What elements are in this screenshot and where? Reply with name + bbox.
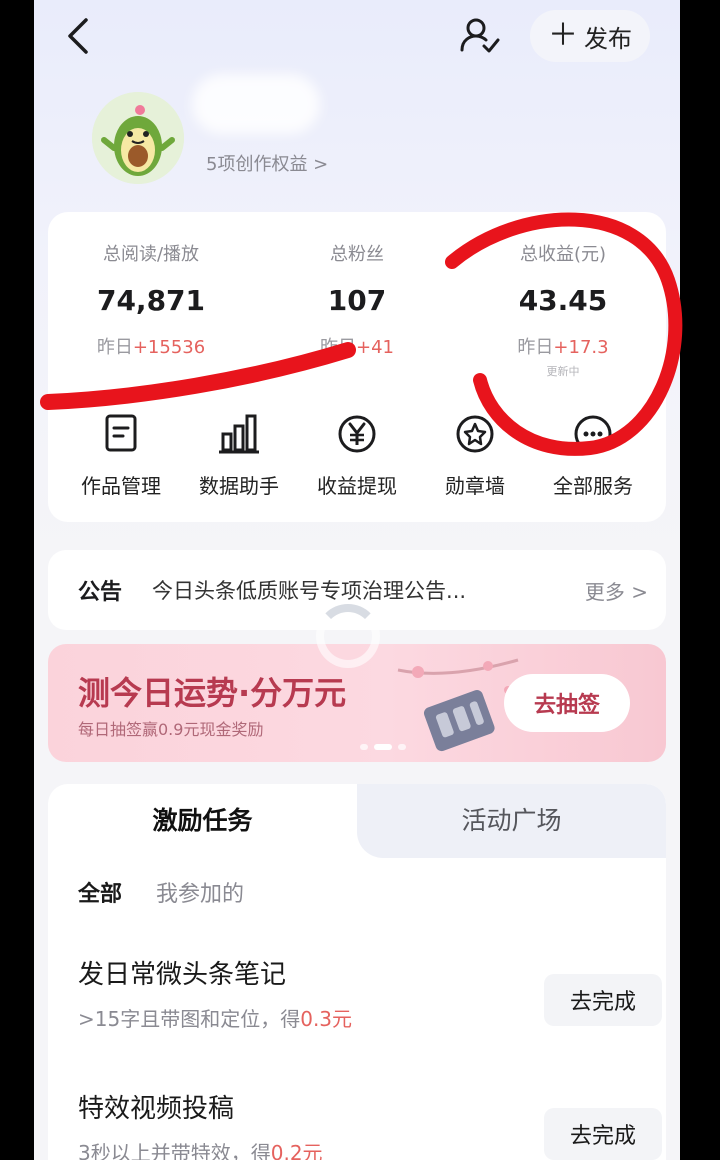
notice-more-link[interactable]: 更多 > (585, 576, 648, 605)
document-icon (105, 414, 137, 452)
stat-label: 总粉丝 (330, 244, 384, 265)
services-row: 作品管理 数据助手 收益提现 勋章墙 全部服务 (48, 412, 666, 512)
service-label: 收益提现 (317, 474, 397, 498)
avocado-avatar-icon (92, 92, 184, 184)
publish-button[interactable]: ＋ 发布 (530, 10, 650, 62)
task-item: 特效视频投稿 3秒以上并带特效，得0.2元 去完成 (78, 1088, 662, 1160)
back-arrow-icon[interactable] (60, 14, 100, 58)
stat-total-reads[interactable]: 总阅读/播放 74,871 昨日+15536 (48, 240, 254, 359)
yen-coin-icon (338, 415, 376, 453)
bar-chart-icon (219, 414, 259, 454)
stat-delta: 昨日+17.3 (517, 337, 609, 358)
medal-icon (456, 415, 494, 453)
banner-subtitle: 每日抽签赢0.9元现金奖励 (78, 720, 264, 739)
creator-rights-link[interactable]: 5项创作权益 > (206, 150, 328, 176)
carousel-indicator (360, 744, 406, 750)
stat-value: 74,871 (96, 284, 206, 317)
stat-total-income[interactable]: 总收益(元) 43.45 昨日+17.3 更新中 (460, 240, 666, 379)
publish-label: 发布 (584, 24, 632, 53)
complete-task-button[interactable]: 去完成 (544, 1108, 662, 1160)
notice-tag: 公告 (78, 580, 123, 605)
stats-card: 总阅读/播放 74,871 昨日+15536 总粉丝 107 昨日+41 总收益… (48, 212, 666, 522)
service-label: 作品管理 (81, 474, 161, 498)
service-all[interactable]: 全部服务 (534, 412, 652, 512)
tab-activity-square[interactable]: 活动广场 (357, 784, 666, 858)
service-data[interactable]: 数据助手 (180, 412, 298, 512)
filter-joined[interactable]: 我参加的 (156, 876, 244, 908)
username-blurred (192, 74, 320, 134)
service-label: 数据助手 (199, 474, 279, 498)
stat-value: 107 (327, 284, 387, 317)
service-label: 全部服务 (553, 474, 633, 498)
service-label: 勋章墙 (445, 474, 505, 498)
service-medals[interactable]: 勋章墙 (416, 412, 534, 512)
user-verify-icon[interactable] (458, 14, 502, 58)
task-filters: 全部 我参加的 (78, 876, 244, 908)
stat-note: 更新中 (546, 365, 580, 378)
stat-delta: 昨日+15536 (96, 337, 206, 358)
stat-label: 总收益(元) (519, 244, 607, 265)
notice-message[interactable]: 今日头条低质账号专项治理公告... (152, 575, 567, 605)
stat-label: 总阅读/播放 (102, 244, 200, 265)
phone-screen: ＋ 发布 5项创作权益 > 总阅读/播放 74,871 昨日+15536 总粉丝… (34, 0, 680, 1160)
service-works[interactable]: 作品管理 (62, 412, 180, 512)
draw-lot-button[interactable]: 去抽签 (504, 674, 630, 732)
service-withdraw[interactable]: 收益提现 (298, 412, 416, 512)
carousel-dot (360, 744, 368, 750)
stat-value: 43.45 (518, 284, 608, 317)
task-tabs: 激励任务 活动广场 (48, 784, 666, 858)
avatar[interactable] (92, 92, 184, 184)
more-services-icon (574, 415, 612, 453)
tab-incentive-tasks[interactable]: 激励任务 (48, 784, 357, 858)
banner-title: 测今日运势·分万元 (78, 674, 347, 712)
stat-delta: 昨日+41 (320, 337, 394, 358)
task-item: 发日常微头条笔记 >15字且带图和定位，得0.3元 去完成 (78, 954, 662, 1032)
stat-total-fans[interactable]: 总粉丝 107 昨日+41 (254, 240, 460, 359)
carousel-dot (398, 744, 406, 750)
filter-all[interactable]: 全部 (78, 876, 122, 908)
complete-task-button[interactable]: 去完成 (544, 974, 662, 1026)
plus-icon: ＋ (548, 18, 578, 53)
tasks-panel: 激励任务 活动广场 全部 我参加的 发日常微头条笔记 >15字且带图和定位，得0… (48, 784, 666, 1160)
carousel-dot-active (374, 744, 392, 750)
loading-spinner (316, 604, 380, 668)
